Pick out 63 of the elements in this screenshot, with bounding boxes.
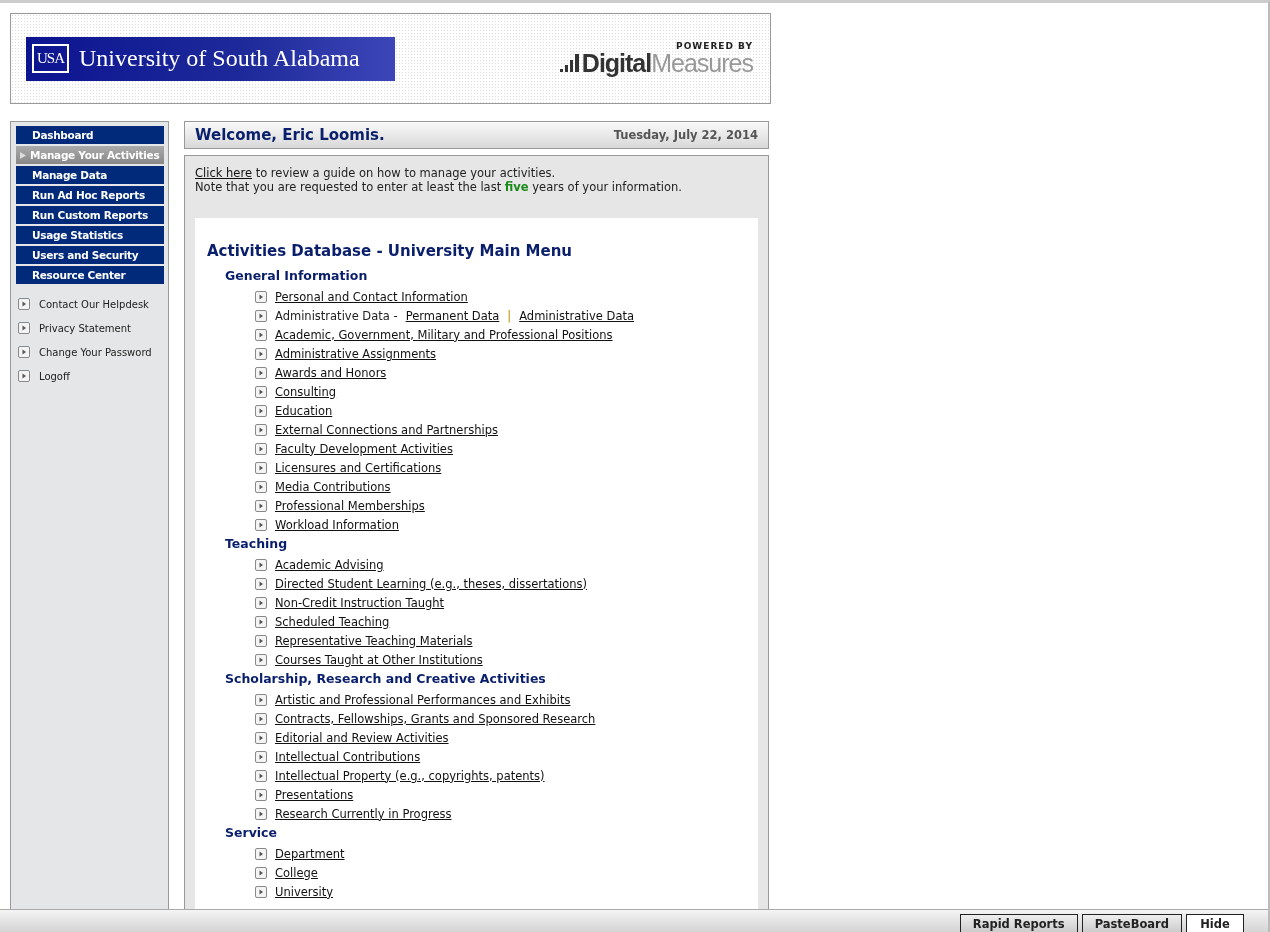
note-text: Note that you are requested to enter at least the last five years of your information. — [195, 180, 683, 194]
toolbar-button[interactable]: PasteBoard — [1081, 914, 1182, 932]
nav-item[interactable]: Run Custom Reports — [16, 206, 164, 224]
nav-item[interactable]: Dashboard — [16, 126, 164, 144]
bars-icon — [559, 53, 580, 73]
section-title: Scholarship, Research and Creative Activities — [224, 670, 547, 688]
menu-link[interactable]: Awards and Honors — [275, 365, 387, 380]
menu-link[interactable]: Artistic and Professional Performances and Exhibits — [275, 692, 571, 707]
welcome-text: Welcome, Eric Loomis. — [195, 126, 385, 144]
menu-link[interactable]: Non-Credit Instruction Taught — [275, 595, 445, 610]
menu-link[interactable]: Courses Taught at Other Institutions — [275, 652, 483, 667]
item-label: Administrative Data - — [275, 308, 398, 323]
brand-name: Digital — [581, 51, 652, 76]
logo-text: University of South Alabama — [79, 45, 360, 72]
menu-link[interactable]: Workload Information — [275, 517, 399, 532]
menu-link[interactable]: Permanent Data — [405, 308, 500, 323]
nav-item[interactable]: Resource Center — [16, 266, 164, 284]
section-title: Teaching — [224, 535, 289, 553]
powered-by-text: POWERED BY — [676, 41, 753, 51]
menu-link[interactable]: Research Currently in Progress — [275, 806, 452, 821]
menu-link[interactable]: Administrative Assignments — [275, 346, 437, 361]
menu-title: Activities Database - University Main Menu — [207, 242, 573, 260]
date-text: Tuesday, July 22, 2014 — [613, 128, 758, 142]
menu-link[interactable]: University — [275, 884, 333, 899]
menu-link[interactable]: College — [275, 865, 318, 880]
menu-link[interactable]: Professional Memberships — [275, 498, 425, 513]
menu-link[interactable]: Directed Student Learning (e.g., theses, dissertations) — [275, 576, 588, 591]
sidebar-link[interactable]: Privacy Statement — [39, 322, 131, 334]
sidebar-link[interactable]: Logoff — [39, 370, 70, 382]
menu-link[interactable]: External Connections and Partnerships — [275, 422, 498, 437]
brand-name: Measures — [651, 51, 753, 76]
menu-link[interactable]: Education — [275, 403, 333, 418]
sidebar-link[interactable]: Contact Our Helpdesk — [39, 298, 149, 310]
nav-item[interactable]: Manage Data — [16, 166, 164, 184]
nav-item[interactable]: Users and Security — [16, 246, 164, 264]
menu-link[interactable]: Academic, Government, Military and Professional Positions — [275, 327, 613, 342]
menu-link[interactable]: Faculty Development Activities — [275, 441, 453, 456]
section-title: Service — [224, 824, 278, 842]
menu-link[interactable]: Consulting — [275, 384, 337, 399]
section-title: General Information — [224, 267, 369, 285]
menu-link[interactable]: Scheduled Teaching — [275, 614, 390, 629]
menu-link[interactable]: Representative Teaching Materials — [275, 633, 473, 648]
menu-link[interactable]: Administrative Data — [519, 308, 634, 323]
menu-link[interactable]: Licensures and Certifications — [275, 460, 442, 475]
nav-item[interactable]: Usage Statistics — [16, 226, 164, 244]
menu-link[interactable]: Contracts, Fellowships, Grants and Sponsored Research — [275, 711, 596, 726]
logo-monogram: USA — [32, 44, 69, 73]
menu-link[interactable]: Personal and Contact Information — [275, 289, 468, 304]
menu-link[interactable]: Editorial and Review Activities — [275, 730, 449, 745]
toolbar-button[interactable]: Hide — [1186, 914, 1244, 932]
intro-text: to review a guide on how to manage your activities. — [255, 166, 556, 180]
guide-link[interactable]: Click here — [195, 166, 252, 180]
toolbar-button[interactable]: Rapid Reports — [959, 914, 1078, 932]
menu-link[interactable]: Intellectual Property (e.g., copyrights, patents) — [275, 768, 545, 783]
menu-link[interactable]: Department — [275, 846, 345, 861]
separator-text: | — [507, 308, 512, 323]
nav-item[interactable]: Run Ad Hoc Reports — [16, 186, 164, 204]
menu-link[interactable]: Media Contributions — [275, 479, 391, 494]
triangle-icon — [20, 151, 26, 159]
menu-link[interactable]: Presentations — [275, 787, 354, 802]
menu-link[interactable]: Intellectual Contributions — [275, 749, 421, 764]
sidebar-link[interactable]: Change Your Password — [39, 346, 152, 358]
menu-link[interactable]: Academic Advising — [275, 557, 384, 572]
